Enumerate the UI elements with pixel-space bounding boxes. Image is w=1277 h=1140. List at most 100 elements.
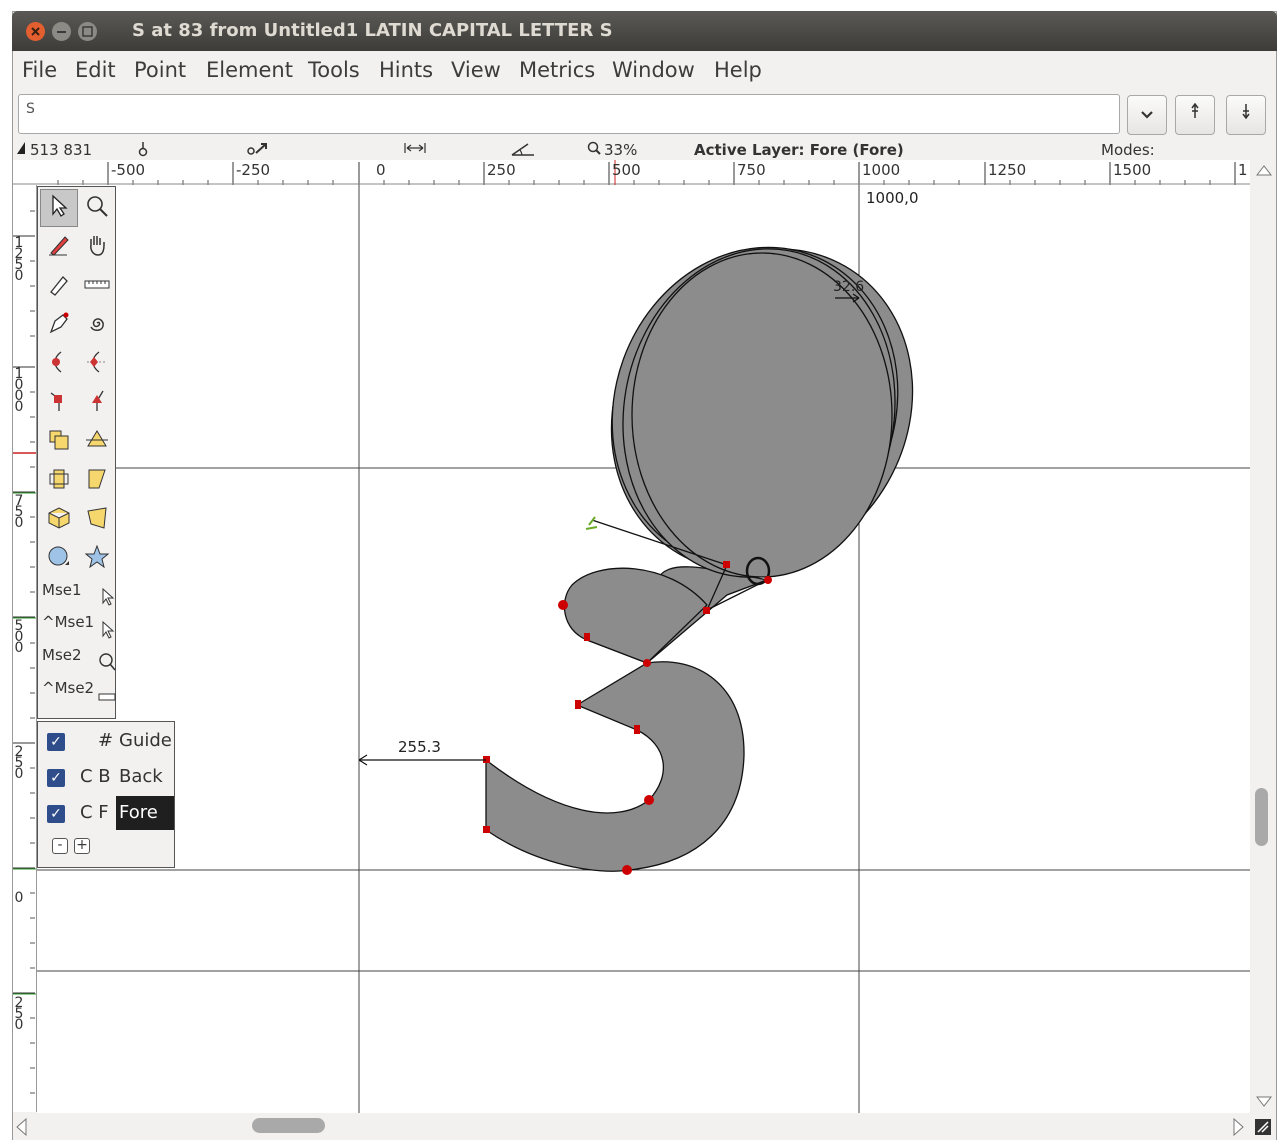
hruler-tick-label: 500: [612, 161, 641, 179]
layer-row-back[interactable]: ✓ C B Back: [38, 760, 174, 794]
mouse-binding-ctrl-2: ^Mse2: [42, 679, 95, 697]
perspective-tool[interactable]: [78, 501, 116, 539]
info-bar: 513 831 33% Active Layer: Fore (Fore) Mo…: [13, 140, 1276, 160]
horizontal-scrollbar[interactable]: [13, 1113, 1250, 1140]
corner-resize-grip[interactable]: [1250, 1113, 1276, 1140]
pencil-tool[interactable]: [40, 267, 78, 305]
magnify-tool[interactable]: [78, 189, 116, 227]
hruler-tick-label: -500: [111, 161, 146, 179]
tangent-point-tool[interactable]: [78, 384, 116, 422]
hruler-tick-label: -250: [236, 161, 271, 179]
vruler-tick-label: 250: [14, 744, 24, 782]
vruler-tick-label: 250: [14, 995, 24, 1033]
close-window-button[interactable]: [26, 22, 45, 41]
relative-position-icon: [246, 141, 270, 161]
scroll-left-arrow-icon[interactable]: [15, 1117, 27, 1140]
maximize-window-button[interactable]: [78, 22, 97, 41]
layer-prefix: C F: [80, 802, 109, 823]
scroll-up-arrow-icon[interactable]: [1255, 164, 1273, 180]
hruler-tick-label: 1: [1238, 161, 1248, 179]
skew-icon: [85, 467, 109, 495]
menu-view[interactable]: View: [451, 58, 501, 82]
flip-tool[interactable]: [78, 423, 116, 461]
layer-row-guide[interactable]: ✓ # Guide: [38, 724, 174, 758]
menu-element[interactable]: Element: [206, 58, 293, 82]
vruler-tick-label: 1000: [14, 366, 24, 415]
hv-curve-point-icon: [85, 350, 109, 378]
layer-visible-checkbox[interactable]: ✓: [47, 805, 65, 823]
minimize-window-button[interactable]: [52, 22, 71, 41]
freehand-tool[interactable]: [40, 228, 78, 266]
angle-icon: [510, 141, 536, 161]
corner-point-icon: [47, 389, 71, 417]
next-glyph-button[interactable]: [1226, 95, 1266, 135]
corner-point-tool[interactable]: [40, 384, 78, 422]
menu-edit[interactable]: Edit: [75, 58, 116, 82]
right-bearing-label: 32.6: [833, 279, 865, 295]
chevron-down-icon: [1140, 106, 1154, 124]
remove-layer-button[interactable]: -: [52, 838, 68, 854]
title-bar: S at 83 from Untitled1 LATIN CAPITAL LET…: [12, 11, 1277, 51]
hruler-tick-label: 1000: [862, 161, 901, 179]
ellipse-icon: [47, 545, 71, 573]
previous-glyph-button[interactable]: [1175, 95, 1215, 135]
glyph-name-input[interactable]: S: [18, 94, 1120, 134]
layer-row-fore[interactable]: ✓ C F Fore: [38, 796, 174, 830]
hruler-tick-label: 1250: [988, 161, 1027, 179]
hruler-tick-label: 750: [737, 161, 766, 179]
tools-palette: Mse1 ^Mse1 Mse2 ^Mse2: [37, 186, 116, 719]
pen-tool[interactable]: [40, 306, 78, 344]
distance-icon: [403, 141, 427, 159]
scale-tool[interactable]: [40, 423, 78, 461]
ellipse-tool[interactable]: [40, 540, 78, 578]
hv-curve-point-tool[interactable]: [78, 345, 116, 383]
freehand-icon: [47, 233, 71, 261]
layer-visible-checkbox[interactable]: ✓: [47, 769, 65, 787]
vertical-ruler: 1250 1000 750 500 250 0 250: [13, 185, 37, 1112]
layers-palette: ✓ # Guide ✓ C B Back ✓ C F Fore - +: [37, 721, 175, 868]
grip-icon: [1254, 1118, 1272, 1140]
scroll-down-arrow-icon[interactable]: [1255, 1096, 1273, 1112]
spiro-tool[interactable]: [78, 306, 116, 344]
magnify-icon: [85, 194, 109, 222]
cube-icon: [47, 506, 71, 534]
cursor-arrow-icon: [16, 141, 26, 159]
star-icon: [84, 544, 110, 573]
3d-rotate-tool[interactable]: [40, 501, 78, 539]
vertical-scroll-thumb[interactable]: [1255, 788, 1268, 846]
layer-visible-checkbox[interactable]: ✓: [47, 733, 65, 751]
menu-point[interactable]: Point: [134, 58, 186, 82]
zoom-level: 33%: [604, 141, 638, 159]
rotate-tool[interactable]: [40, 462, 78, 500]
menu-bar: File Edit Point Element Tools Hints View…: [13, 52, 1276, 90]
modes-label: Modes:: [1101, 141, 1155, 159]
layer-prefix: #: [98, 730, 114, 751]
plus-icon: +: [76, 837, 88, 853]
add-layer-button[interactable]: +: [74, 838, 90, 854]
horizontal-ruler: -500 -250 0 250 500 750 1000 1250 1500 1: [13, 160, 1250, 186]
skew-tool[interactable]: [78, 462, 116, 500]
layer-name: Back: [119, 766, 163, 787]
menu-tools[interactable]: Tools: [308, 58, 360, 82]
hruler-tick-label: 0: [376, 161, 386, 179]
menu-help[interactable]: Help: [714, 58, 762, 82]
curve-point-tool[interactable]: [40, 345, 78, 383]
spiral-icon: [85, 311, 109, 339]
star-tool[interactable]: [78, 540, 116, 578]
left-bearing-label: 255.3: [398, 738, 441, 756]
layer-name-selected: Fore: [116, 796, 174, 830]
ruler-tool[interactable]: [78, 267, 116, 305]
horizontal-scroll-thumb[interactable]: [252, 1118, 325, 1133]
menu-metrics[interactable]: Metrics: [519, 58, 595, 82]
menu-hints[interactable]: Hints: [379, 58, 433, 82]
scroll-tool[interactable]: [78, 228, 116, 266]
menu-window[interactable]: Window: [612, 58, 695, 82]
vruler-tick-label: 500: [14, 618, 24, 656]
dropdown-button[interactable]: [1127, 95, 1167, 135]
scroll-right-arrow-icon[interactable]: [1233, 1117, 1245, 1140]
pointer-tool[interactable]: [40, 189, 78, 227]
menu-file[interactable]: File: [22, 58, 57, 82]
glyph-edit-canvas[interactable]: 1000,0 255.3 32.6: [37, 185, 1250, 1113]
vertical-scrollbar[interactable]: [1250, 160, 1276, 1113]
ruler-icon: [84, 278, 110, 294]
